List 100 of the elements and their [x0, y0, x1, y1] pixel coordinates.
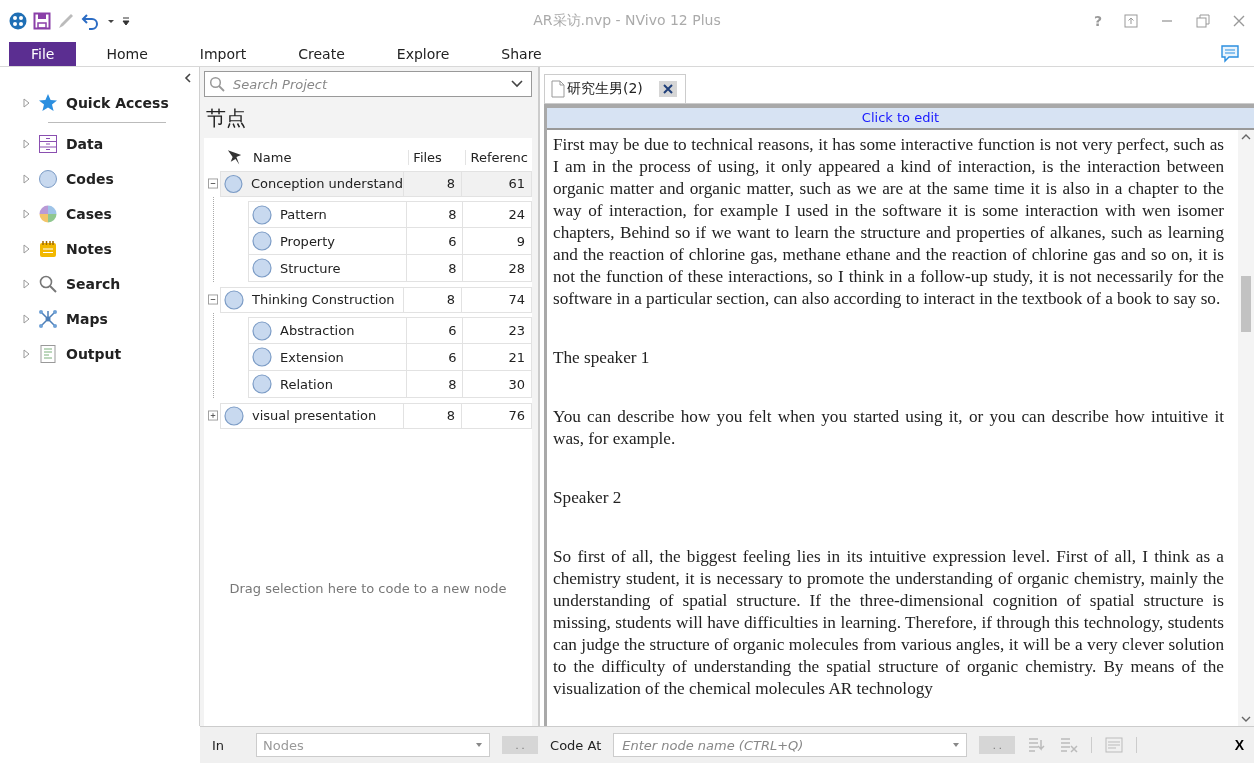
pane-title: 节点 [205, 105, 247, 132]
save-icon[interactable] [33, 12, 51, 30]
expand-triangle-icon[interactable] [23, 313, 30, 324]
paragraph: The speaker 1 [553, 347, 651, 369]
drawer-icon [38, 133, 58, 154]
references-cell: 28 [462, 255, 531, 281]
references-cell: 23 [462, 318, 531, 343]
ribbon-tab[interactable]: Share [475, 42, 568, 66]
search-icon [38, 273, 58, 294]
navigation-item[interactable]: Maps [0, 301, 108, 336]
expand-box-icon[interactable] [208, 410, 218, 421]
undo-icon[interactable] [81, 12, 101, 30]
node-icon [224, 289, 244, 310]
node-name-cell[interactable]: Property [249, 228, 406, 254]
expand-triangle-icon[interactable] [23, 173, 30, 184]
node-icon [252, 320, 272, 341]
files-cell: 8 [405, 255, 463, 281]
pie-icon [38, 203, 58, 224]
navigation-item[interactable]: Cases [0, 196, 112, 231]
node-icon [224, 405, 244, 426]
files-cell: 8 [405, 371, 463, 397]
collapse-box-icon[interactable] [208, 178, 218, 189]
column-header[interactable]: Referenc [465, 149, 532, 165]
files-cell: 6 [405, 318, 463, 343]
node-name-cell[interactable]: Abstraction [249, 318, 406, 343]
node-icon [252, 204, 272, 225]
files-cell: 8 [403, 171, 461, 196]
files-cell: 6 [405, 228, 463, 254]
node-icon [252, 374, 272, 394]
node-icon [252, 231, 272, 251]
notepad-icon [38, 238, 58, 259]
ribbon-tab[interactable]: File [9, 42, 77, 66]
click-to-edit-bar[interactable]: Click to edit [547, 108, 1254, 130]
expand-triangle-icon[interactable] [23, 348, 30, 359]
star-icon [38, 92, 58, 113]
close-button[interactable]: X [1234, 737, 1244, 753]
paragraph: First may be due to technical reasons, it has some interactive function is not very perfect, such as I am in the process of using, it only appeared a kind of interaction, is the interaction between organic matter and organic matter, such as we are at the same time it is also in a chapter to the way of interaction, for example I used in the software it is some interaction with wen isomer chapters, Behind so if we want to learn the structure and properties of alkanes, such as learning and the reaction of chlorine gas, methane ethane and the reaction of chlorine gas and so on, it is not the function of these interactions, so I think in a follow-up study, it is not necessarily for the software in a particular section, can also according to interact in the textbook of a book to say so. [553, 134, 1224, 310]
code-icon[interactable] [1027, 736, 1048, 754]
report-icon [38, 343, 58, 364]
document-tab[interactable]: 研究生男(2) [544, 74, 686, 103]
network-icon [38, 308, 58, 329]
node-name-cell[interactable]: Pattern [249, 202, 406, 227]
navigation-item[interactable]: Data [0, 126, 104, 161]
paragraph: You can describe how you felt when you started using it, or you can describe how intuitive it was, for example. [553, 406, 1224, 450]
search-field[interactable]: Search Project [204, 71, 532, 97]
chevron-down-icon[interactable] [511, 80, 523, 88]
references-cell: 21 [462, 344, 531, 370]
files-cell: 8 [403, 287, 461, 312]
node-name-cell[interactable]: visual presentation [221, 403, 403, 428]
document-icon [551, 80, 565, 98]
dropdown-caret-icon [475, 742, 484, 748]
chat-bubble-icon[interactable] [1220, 45, 1240, 63]
code-at-label: Code At [550, 737, 602, 753]
column-header[interactable]: Files [408, 149, 466, 165]
window-title: AR采访.nvp - NVivo 12 Plus [532, 12, 722, 30]
navigation-item[interactable]: Codes [0, 161, 114, 196]
scrollbar-thumb[interactable] [1241, 276, 1251, 332]
ribbon-tab[interactable]: Create [272, 42, 371, 66]
paragraph: So first of all, the biggest feeling lies in its intuitive expression level. First of all, I think as a chemistry student, it is necessary to promote the understanding of organic chemistry, mainly the understanding of spatial structure. If the three-dimensional cognition of spatial structure is missing, students will have difficulties in learning. Therefore, if through this technology, students can judge the structure of organic molecules from various angles, it will be a very clever solution to the difficulty of understanding the spatial structure of organic chemistry. By means of the visualization of the chemical molecules AR technology [553, 546, 1224, 700]
collapse-chevron-icon[interactable] [184, 73, 192, 83]
expand-triangle-icon[interactable] [23, 278, 30, 289]
scrollbar[interactable] [1238, 130, 1254, 726]
ribbon-tab[interactable]: Explore [370, 42, 476, 66]
expand-triangle-icon[interactable] [23, 208, 30, 219]
app-logo-icon[interactable] [9, 12, 27, 30]
references-cell: 61 [461, 171, 531, 196]
expand-triangle-icon[interactable] [23, 97, 30, 108]
node-name-cell[interactable]: Structure [249, 255, 406, 281]
navigation-item[interactable]: Quick Access [0, 85, 169, 120]
ribbon-toggle-icon[interactable] [1124, 14, 1138, 28]
collapse-box-icon[interactable] [208, 294, 218, 305]
navigation-item[interactable]: Output [0, 336, 122, 371]
node-icon [252, 347, 272, 367]
references-cell: 24 [462, 202, 531, 227]
files-cell: 8 [403, 403, 461, 428]
column-header[interactable]: Name [249, 149, 409, 165]
node-name-cell[interactable]: Relation [249, 371, 406, 397]
pencil-icon[interactable] [57, 12, 75, 30]
ribbon-tab[interactable]: Home [80, 42, 174, 66]
references-cell: 30 [462, 371, 531, 397]
in-label: In [212, 737, 225, 753]
navigation-item[interactable]: Search [0, 266, 121, 301]
node-name-cell[interactable]: Extension [249, 344, 406, 370]
paragraph: Speaker 2 [553, 487, 623, 509]
expand-triangle-icon[interactable] [23, 138, 30, 149]
expand-triangle-icon[interactable] [23, 243, 30, 254]
node-icon [252, 258, 272, 278]
circle-icon [38, 168, 58, 189]
uncode-icon[interactable] [1059, 736, 1080, 754]
files-cell: 6 [405, 344, 463, 370]
node-icon [224, 173, 243, 194]
node-name-cell[interactable]: Conception understand [221, 171, 403, 196]
restore-icon[interactable] [1196, 14, 1210, 28]
node-name-cell[interactable]: Thinking Construction [221, 287, 403, 312]
close-icon[interactable] [658, 81, 677, 97]
navigation-item[interactable]: Notes [0, 231, 112, 266]
ribbon-tab[interactable]: Import [173, 42, 273, 66]
node-name-field[interactable]: Enter node name (CTRL+Q) [613, 733, 968, 757]
drop-hint: Drag selection here to code to a new node [228, 581, 508, 596]
search-icon [209, 76, 225, 92]
